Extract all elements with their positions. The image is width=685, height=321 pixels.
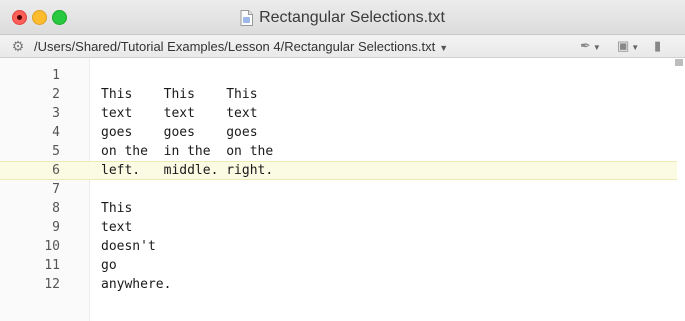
editor-line[interactable]: 4 goes goes goes: [0, 123, 677, 142]
line-number: 2: [52, 87, 60, 102]
line-number: 8: [52, 201, 60, 216]
line-number: 9: [52, 220, 60, 235]
line-text[interactable]: go: [101, 256, 117, 275]
line-number: 7: [52, 182, 60, 197]
line-number: 12: [44, 277, 60, 292]
marker-pen-icon: ✒: [580, 38, 591, 53]
path-bar: ⚙ /Users/Shared/Tutorial Examples/Lesson…: [0, 35, 685, 58]
line-number: 11: [44, 258, 60, 273]
line-text[interactable]: doesn't: [101, 237, 156, 256]
line-number: 1: [52, 68, 60, 83]
line-number: 5: [52, 144, 60, 159]
editor-line[interactable]: 7: [0, 180, 677, 199]
window-title: Rectangular Selections.txt: [259, 9, 445, 26]
editor-line[interactable]: 3 text text text: [0, 104, 677, 123]
text-document-icon: [240, 10, 254, 26]
line-text[interactable]: This This This: [101, 85, 258, 104]
line-text[interactable]: on the in the on the: [101, 142, 273, 161]
editor-line[interactable]: 5 on the in the on the: [0, 142, 677, 161]
line-text[interactable]: left. middle. right.: [101, 162, 273, 179]
editor-line[interactable]: 2 This This This: [0, 85, 677, 104]
line-text[interactable]: goes goes goes: [101, 123, 258, 142]
editor-line[interactable]: 10 doesn't: [0, 237, 677, 256]
text-editor[interactable]: 1 2 This This This 3 text text text 4 goes goe…: [0, 58, 685, 321]
chevron-down-icon: ▼: [439, 43, 449, 53]
line-number: 4: [52, 125, 60, 140]
file-path-popup[interactable]: /Users/Shared/Tutorial Examples/Lesson 4…: [34, 39, 448, 54]
line-number: 6: [52, 163, 60, 178]
window-title-group: Rectangular Selections.txt: [0, 8, 685, 28]
editor-window: Rectangular Selections.txt ⚙ /Users/Shar…: [0, 0, 685, 321]
editor-line[interactable]: 8 This: [0, 199, 677, 218]
editor-line[interactable]: 9 text: [0, 218, 677, 237]
document-info-button[interactable]: ▮: [654, 38, 661, 54]
document-list-icon: ▣: [617, 38, 630, 53]
gear-icon[interactable]: ⚙: [10, 38, 26, 54]
chevron-down-icon: ▼: [592, 43, 601, 52]
scrollbar-marker[interactable]: [675, 59, 683, 66]
editor-line[interactable]: 1: [0, 66, 677, 85]
line-number: 3: [52, 106, 60, 121]
editor-line[interactable]: 11 go: [0, 256, 677, 275]
chevron-down-icon: ▼: [631, 43, 640, 52]
line-text[interactable]: This: [101, 199, 132, 218]
line-text[interactable]: text text text: [101, 104, 258, 123]
file-path: /Users/Shared/Tutorial Examples/Lesson 4…: [34, 39, 436, 54]
title-bar[interactable]: Rectangular Selections.txt: [0, 0, 685, 35]
line-text[interactable]: anywhere.: [101, 275, 171, 294]
editor-line-current[interactable]: 6 left. middle. right.: [0, 161, 677, 180]
editor-line[interactable]: 12 anywhere.: [0, 275, 677, 294]
line-text[interactable]: text: [101, 218, 132, 237]
line-number: 10: [44, 239, 60, 254]
marker-pen-button[interactable]: ✒ ▼: [580, 38, 601, 54]
document-list-button[interactable]: ▣ ▼: [617, 38, 639, 54]
document-info-icon: ▮: [654, 38, 662, 53]
